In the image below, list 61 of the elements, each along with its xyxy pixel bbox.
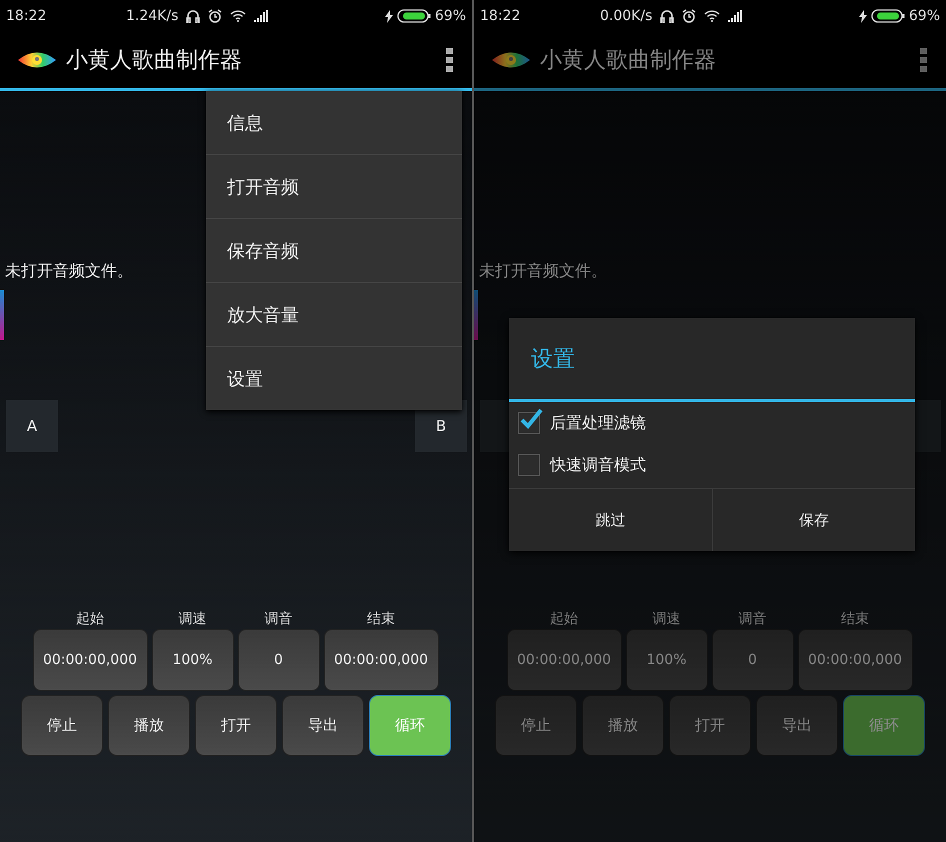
value-field[interactable]: 00:00:00,000 [798, 629, 912, 691]
field-label: 调速 [652, 610, 682, 629]
dialog-button[interactable]: 保存 [712, 489, 915, 551]
field-label: 调音 [264, 610, 294, 629]
field-label: 调速 [178, 610, 208, 629]
value-field[interactable]: 00:00:00,000 [32, 629, 148, 691]
battery-percent: 69% [908, 8, 940, 24]
control-button[interactable]: 导出 [282, 695, 364, 756]
app-title: 小黄人歌曲制作器 [540, 47, 716, 75]
app-title: 小黄人歌曲制作器 [66, 47, 242, 75]
wifi-icon [230, 10, 246, 22]
dialog-button[interactable]: 跳过 [509, 489, 712, 551]
control-button[interactable]: 打开 [195, 695, 277, 756]
control-button[interactable]: 导出 [756, 695, 838, 756]
network-speed: 0.00K/s [600, 8, 652, 24]
field-label: 起始 [75, 610, 105, 629]
alarm-icon [682, 9, 696, 23]
field-label: 起始 [549, 610, 579, 629]
control-button[interactable]: 停止 [495, 695, 577, 756]
battery-icon [396, 9, 431, 23]
side-marker [474, 290, 478, 340]
control-button[interactable]: 停止 [21, 695, 103, 756]
wifi-icon [704, 10, 720, 22]
marker-button[interactable]: A [6, 400, 58, 452]
status-message: 未打开音频文件。 [479, 261, 608, 282]
signal-icon [254, 10, 268, 22]
option-label: 后置处理滤镜 [550, 412, 646, 434]
field-label: 调音 [738, 610, 768, 629]
value-field[interactable]: 0 [238, 629, 320, 691]
dialog-title: 设置 [509, 318, 915, 402]
alarm-icon [208, 9, 222, 23]
status-message: 未打开音频文件。 [5, 261, 134, 282]
charging-icon [858, 10, 867, 22]
more-options-icon[interactable] [446, 48, 454, 72]
signal-icon [728, 10, 742, 22]
battery-percent: 69% [434, 8, 466, 24]
side-marker [0, 290, 4, 340]
headphones-icon [660, 9, 674, 23]
status-time: 18:22 [6, 8, 48, 24]
network-speed: 1.24K/s [126, 8, 178, 24]
value-field[interactable]: 00:00:00,000 [324, 629, 438, 691]
menu-item[interactable]: 保存音频 [206, 218, 462, 282]
control-button[interactable]: 播放 [108, 695, 190, 756]
field-label: 结束 [366, 610, 396, 629]
battery-icon [870, 9, 905, 23]
value-field[interactable]: 100% [152, 629, 234, 691]
checkbox[interactable] [518, 454, 540, 476]
menu-item[interactable]: 设置 [206, 346, 462, 410]
control-button[interactable]: 打开 [669, 695, 751, 756]
value-field[interactable]: 100% [626, 629, 708, 691]
option-label: 快速调音模式 [550, 454, 646, 476]
menu-item[interactable]: 打开音频 [206, 154, 462, 218]
menu-item[interactable]: 放大音量 [206, 282, 462, 346]
menu-item[interactable]: 信息 [206, 91, 462, 154]
value-field[interactable]: 0 [712, 629, 794, 691]
value-field[interactable]: 00:00:00,000 [506, 629, 622, 691]
headphones-icon [186, 9, 200, 23]
control-button[interactable]: 播放 [582, 695, 664, 756]
status-time: 18:22 [480, 8, 522, 24]
charging-icon [384, 10, 393, 22]
field-label: 结束 [840, 610, 870, 629]
